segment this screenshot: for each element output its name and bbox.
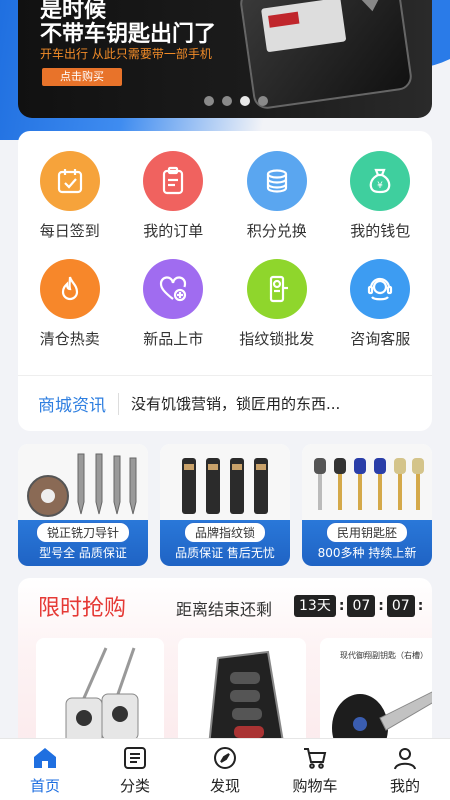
category-card-fingerprint-lock[interactable]: 品牌指纹锁 品质保证 售后无忧 <box>160 444 290 566</box>
coins-icon <box>246 151 307 211</box>
carousel-indicator <box>204 96 268 106</box>
flash-sale-title: 限时抢购 <box>38 596 127 621</box>
tab-home[interactable]: 首页 <box>0 739 90 800</box>
discover-icon <box>214 747 236 769</box>
quick-menu-grid: 每日签到 我的订单 积分兑换 ¥ 我的钱包 清仓热卖 新品上市 指纹锁批发 咨询… <box>18 151 432 349</box>
colon: : <box>378 598 384 614</box>
tab-label: 我的 <box>389 777 420 795</box>
countdown-label: 距离结束还剩 <box>176 600 273 619</box>
tab-cart[interactable]: 购物车 <box>270 739 360 800</box>
menu-item-points-exchange[interactable]: 积分兑换 <box>225 151 329 241</box>
category-promo-row: 锐正铣刀导针 型号全 品质保证 品牌指纹锁 品质保证 售后无忧 民用钥匙胚 80… <box>18 444 432 566</box>
category-subtitle: 型号全 品质保证 <box>39 546 127 560</box>
tab-label: 首页 <box>29 777 60 795</box>
divider <box>118 392 119 415</box>
menu-label: 积分兑换 <box>246 222 307 240</box>
tab-label: 购物车 <box>292 777 338 795</box>
cart-icon <box>304 748 327 769</box>
colon: : <box>417 598 424 614</box>
calendar-check-icon <box>39 151 100 211</box>
customer-service-icon <box>350 259 411 319</box>
colon: : <box>338 598 345 614</box>
cutter-pins-image <box>18 444 148 528</box>
tab-category[interactable]: 分类 <box>90 739 180 800</box>
category-subtitle: 800多种 持续上新 <box>317 546 417 560</box>
news-tag: 商城资讯 <box>38 396 106 416</box>
carousel-dot[interactable] <box>222 96 232 106</box>
menu-item-new-arrivals[interactable]: 新品上市 <box>122 259 226 349</box>
carousel-dot[interactable] <box>258 96 268 106</box>
order-list-icon <box>143 151 204 211</box>
banner-title-line2: 不带车钥匙出门了 <box>40 22 217 47</box>
money-bag-icon: ¥ <box>350 151 411 211</box>
menu-label: 新品上市 <box>143 330 204 348</box>
heart-plus-icon <box>143 259 204 319</box>
menu-label: 清仓热卖 <box>39 330 100 348</box>
tab-label: 分类 <box>119 777 150 795</box>
tab-discover[interactable]: 发现 <box>180 739 270 800</box>
menu-label: 指纹锁批发 <box>239 330 315 348</box>
mall-news-bar[interactable]: 商城资讯 没有饥饿营销，锁匠用的东西... <box>18 375 432 431</box>
menu-label: 咨询客服 <box>350 330 411 348</box>
home-icon <box>34 748 56 768</box>
category-title: 锐正铣刀导针 <box>35 522 131 543</box>
menu-item-daily-checkin[interactable]: 每日签到 <box>18 151 122 241</box>
news-headline[interactable]: 没有饥饿营销，锁匠用的东西... <box>131 393 340 414</box>
fingerprint-lock-icon <box>246 259 307 319</box>
flash-sale-section: 限时抢购 距离结束还剩 13天 : 07 : 07 : 现代御翔副钥匙（右槽） <box>18 578 432 758</box>
menu-item-my-orders[interactable]: 我的订单 <box>122 151 226 241</box>
countdown-minutes: 07 <box>386 595 415 617</box>
menu-item-fingerprint-lock-wholesale[interactable]: 指纹锁批发 <box>225 259 329 349</box>
flame-icon <box>39 259 100 319</box>
promo-banner[interactable]: 是时候 不带车钥匙出门了 开车出行 从此只需要带一部手机 点击购买 <box>18 0 432 118</box>
countdown-timer: 13天 : 07 : 07 : <box>294 595 426 617</box>
category-subtitle: 品质保证 售后无忧 <box>175 546 275 560</box>
car-key-device-image <box>238 0 414 111</box>
menu-label: 我的订单 <box>143 222 204 240</box>
category-title: 品牌指纹锁 <box>183 522 267 543</box>
category-card-cutter-guide[interactable]: 锐正铣刀导针 型号全 品质保证 <box>18 444 148 566</box>
countdown-days: 13天 <box>294 595 336 617</box>
menu-item-customer-service[interactable]: 咨询客服 <box>329 259 433 349</box>
product-caption: 现代御翔副钥匙（右槽） <box>340 651 428 660</box>
profile-icon <box>394 748 416 770</box>
key-blanks-image <box>302 444 432 528</box>
countdown-hours: 07 <box>347 595 376 617</box>
tab-profile[interactable]: 我的 <box>360 739 450 800</box>
menu-item-my-wallet[interactable]: ¥ 我的钱包 <box>329 151 433 241</box>
carousel-dot[interactable] <box>204 96 214 106</box>
bottom-tab-bar: 首页 分类 发现 购物车 我的 <box>0 738 450 800</box>
tab-label: 发现 <box>209 777 240 795</box>
door-locks-image <box>160 444 290 528</box>
category-card-key-blanks[interactable]: 民用钥匙胚 800多种 持续上新 <box>302 444 432 566</box>
category-icon <box>124 747 146 769</box>
quick-menu-card: 每日签到 我的订单 积分兑换 ¥ 我的钱包 清仓热卖 新品上市 指纹锁批发 咨询… <box>18 131 432 431</box>
menu-label: 我的钱包 <box>350 222 411 240</box>
buy-now-button[interactable]: 点击购买 <box>42 68 122 86</box>
menu-label: 每日签到 <box>39 222 100 240</box>
carousel-dot-active[interactable] <box>240 96 250 106</box>
banner-subtitle: 开车出行 从此只需要带一部手机 <box>40 47 212 61</box>
menu-item-clearance-sale[interactable]: 清仓热卖 <box>18 259 122 349</box>
category-title: 民用钥匙胚 <box>325 522 409 543</box>
svg-text:¥: ¥ <box>377 181 383 191</box>
